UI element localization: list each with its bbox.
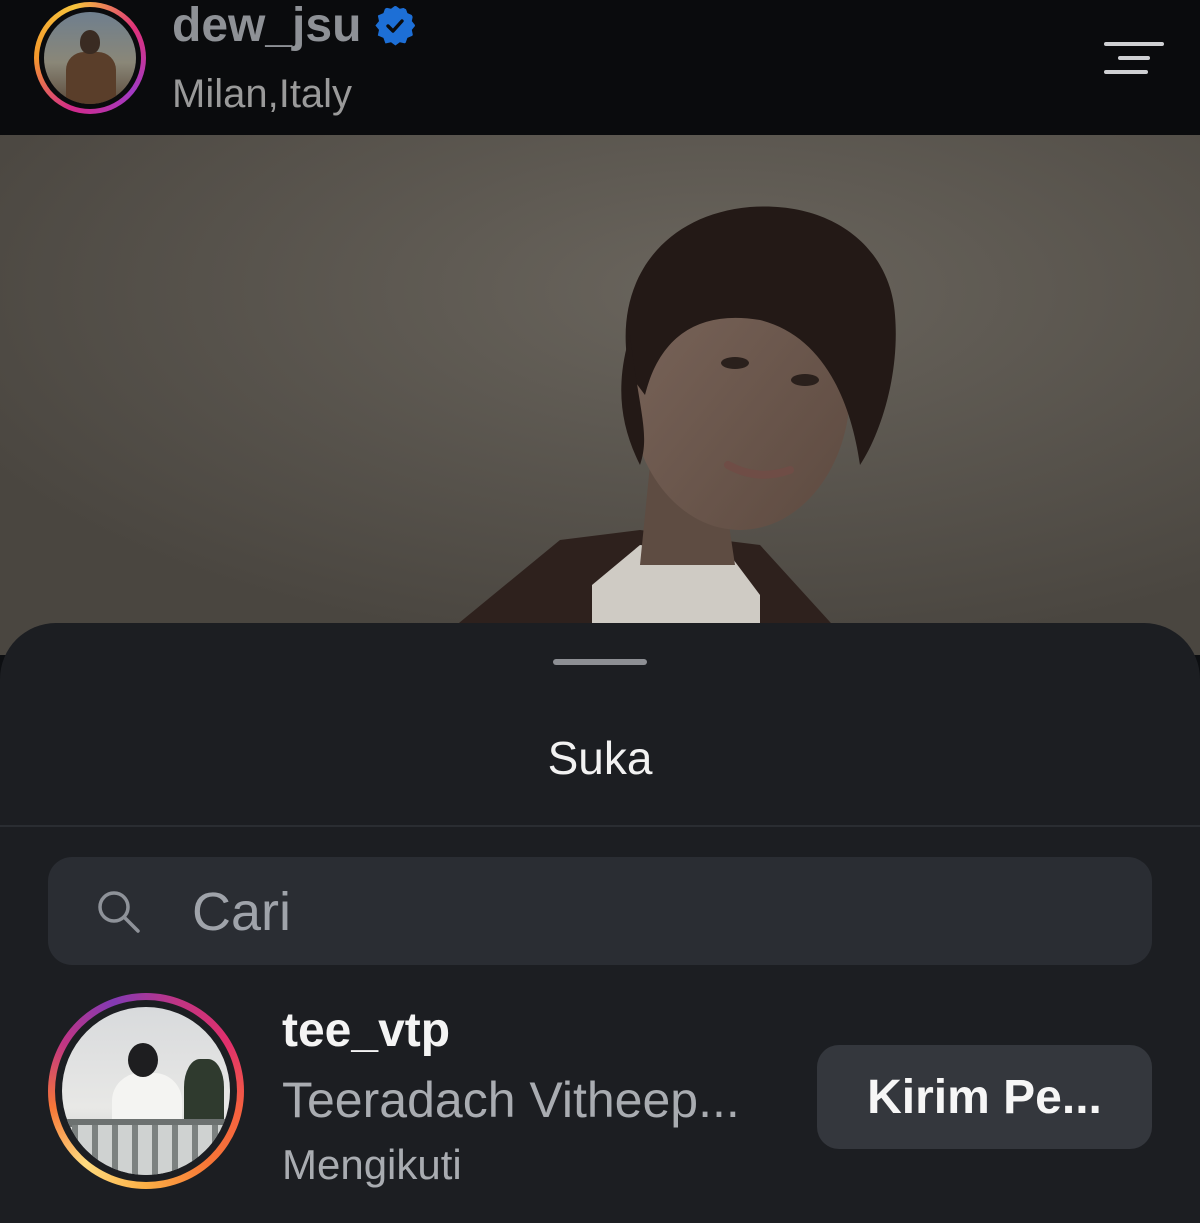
liker-username[interactable]: tee_vtp: [282, 1003, 450, 1058]
account-header[interactable]: dew_jsu: [172, 0, 416, 53]
username-label[interactable]: dew_jsu: [172, 0, 361, 53]
sheet-title: Suka: [547, 732, 653, 784]
post-photo[interactable]: [0, 135, 1200, 655]
list-item[interactable]: tee_vtp Teeradach Vitheep... Mengikuti K…: [0, 993, 1200, 1203]
story-ring[interactable]: [34, 2, 146, 114]
search-icon: [98, 891, 140, 933]
verified-badge-icon: [375, 5, 416, 46]
sheet-drag-handle[interactable]: [553, 659, 647, 665]
search-placeholder[interactable]: Cari: [192, 881, 291, 943]
profile-header: dew_jsu Milan,Italy: [0, 0, 1200, 135]
hamburger-menu-icon[interactable]: [1100, 42, 1164, 76]
liker-full-name: Teeradach Vitheep...: [282, 1072, 740, 1128]
send-message-button[interactable]: Kirim Pe...: [817, 1045, 1152, 1149]
avatar: [62, 1007, 230, 1175]
likes-bottom-sheet: Suka Cari tee_vtp Teeradach Vitheep... M…: [0, 623, 1200, 1223]
avatar: [44, 12, 136, 104]
divider: [0, 825, 1200, 827]
story-ring[interactable]: [48, 993, 244, 1189]
location-label[interactable]: Milan,Italy: [172, 72, 352, 117]
follow-status: Mengikuti: [282, 1141, 462, 1188]
portrait-image: [0, 135, 1200, 655]
